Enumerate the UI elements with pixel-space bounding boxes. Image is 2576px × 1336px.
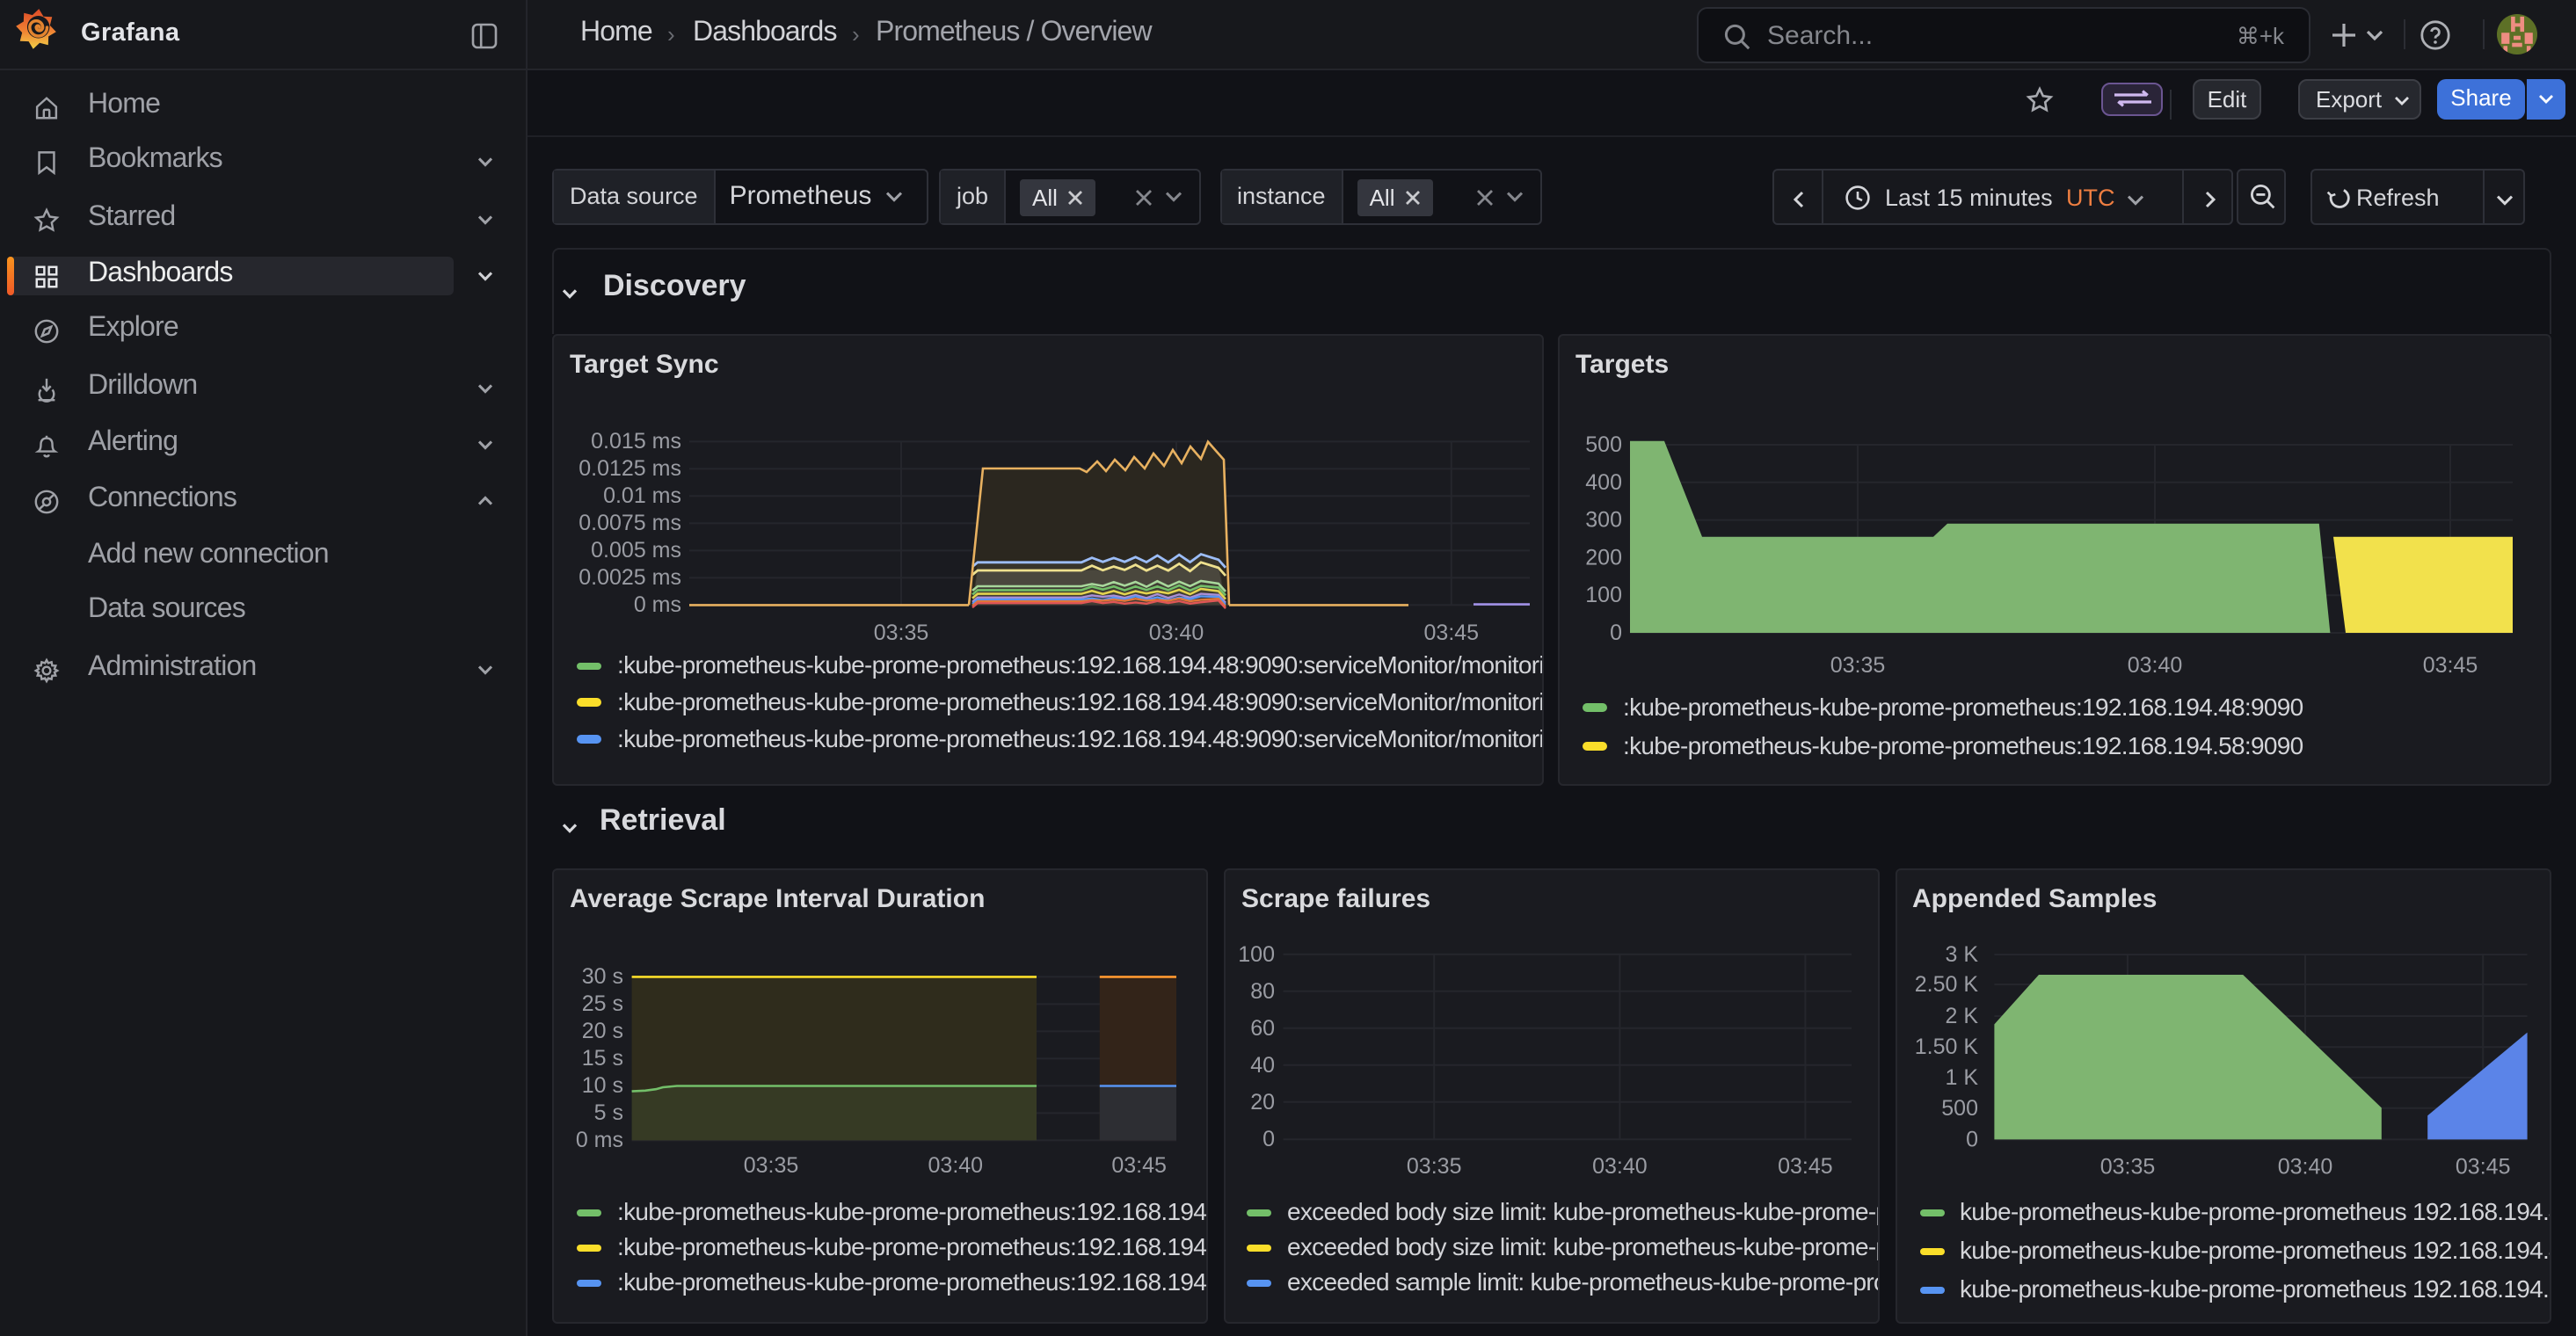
svg-text:0.01 ms: 0.01 ms (603, 483, 681, 508)
svg-text:20: 20 (1250, 1090, 1275, 1115)
svg-text:03:40: 03:40 (1592, 1154, 1648, 1179)
svg-text:0: 0 (1610, 621, 1622, 645)
svg-text:03:35: 03:35 (1830, 653, 1886, 678)
svg-text:15 s: 15 s (582, 1046, 623, 1071)
svg-text:0 ms: 0 ms (576, 1128, 623, 1152)
svg-text:500: 500 (1940, 1096, 1977, 1121)
svg-text:0.015 ms: 0.015 ms (591, 429, 681, 454)
svg-text:30 s: 30 s (582, 964, 623, 989)
svg-text:100: 100 (1238, 942, 1275, 967)
svg-text:1.50 K: 1.50 K (1914, 1035, 1978, 1059)
svg-text:03:45: 03:45 (1424, 621, 1480, 645)
svg-text:0.0025 ms: 0.0025 ms (579, 565, 681, 590)
svg-text:20 s: 20 s (582, 1019, 623, 1043)
svg-text:03:35: 03:35 (744, 1153, 799, 1178)
svg-text:200: 200 (1585, 545, 1622, 570)
svg-text:100: 100 (1585, 583, 1622, 607)
svg-text:0: 0 (1965, 1127, 1977, 1151)
svg-text:0.0125 ms: 0.0125 ms (579, 456, 681, 481)
svg-text:1 K: 1 K (1944, 1065, 1977, 1090)
svg-text:03:35: 03:35 (2099, 1155, 2155, 1180)
svg-text:2 K: 2 K (1944, 1004, 1977, 1028)
svg-text:03:40: 03:40 (928, 1153, 984, 1178)
svg-text:0: 0 (1263, 1127, 1275, 1151)
svg-text:2.50 K: 2.50 K (1914, 972, 1978, 997)
svg-text:0.005 ms: 0.005 ms (591, 538, 681, 563)
svg-text:03:35: 03:35 (1407, 1154, 1462, 1179)
svg-text:500: 500 (1585, 432, 1622, 457)
svg-text:03:45: 03:45 (2423, 653, 2478, 678)
svg-text:10 s: 10 s (582, 1073, 623, 1098)
svg-text:25 s: 25 s (582, 991, 623, 1016)
svg-text:400: 400 (1585, 470, 1622, 495)
svg-text:03:40: 03:40 (2277, 1155, 2332, 1180)
svg-text:03:45: 03:45 (2455, 1155, 2510, 1180)
svg-text:3 K: 3 K (1944, 942, 1977, 967)
svg-text:40: 40 (1250, 1053, 1275, 1078)
svg-text:0 ms: 0 ms (634, 592, 681, 617)
svg-text:80: 80 (1250, 979, 1275, 1004)
svg-text:0.0075 ms: 0.0075 ms (579, 511, 681, 535)
svg-text:5 s: 5 s (594, 1100, 623, 1125)
svg-text:03:40: 03:40 (1149, 621, 1204, 645)
svg-text:03:35: 03:35 (874, 621, 929, 645)
svg-text:03:45: 03:45 (1111, 1153, 1167, 1178)
svg-text:300: 300 (1585, 508, 1622, 533)
svg-text:03:45: 03:45 (1778, 1154, 1833, 1179)
svg-text:60: 60 (1250, 1016, 1275, 1041)
svg-text:03:40: 03:40 (2128, 653, 2183, 678)
